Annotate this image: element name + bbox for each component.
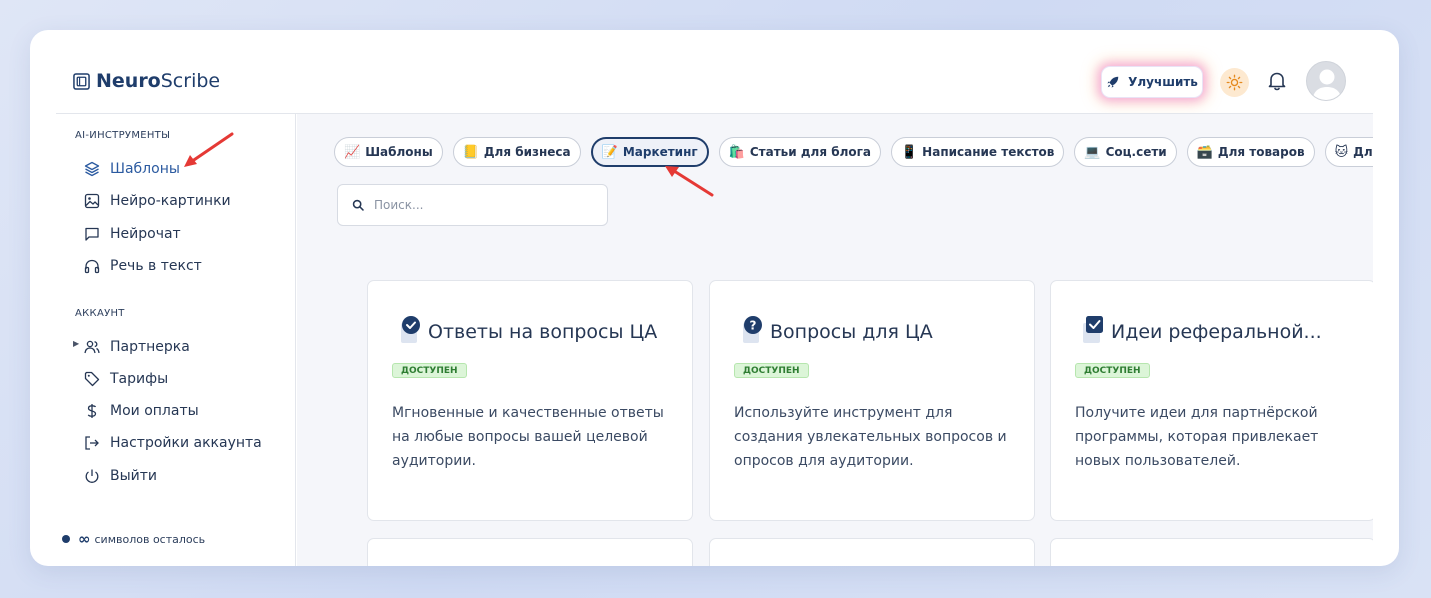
chip-label: Шаблоны <box>365 145 433 159</box>
app-logo[interactable]: NeuroScribe <box>73 70 220 92</box>
sidebar-item-label: Мои оплаты <box>110 403 199 419</box>
layers-icon <box>84 161 100 177</box>
template-card-partial[interactable] <box>367 538 693 566</box>
template-card[interactable]: ? Вопросы для ЦА ДОСТУПЕН Используйте ин… <box>709 280 1035 521</box>
chip-business[interactable]: 📒 Для бизнеса <box>452 137 581 167</box>
upgrade-label: Улучшить <box>1128 75 1198 89</box>
cat-emoji-icon: 🐱 <box>1334 144 1349 160</box>
card-description: Получите идеи для партнёрской программы,… <box>1075 405 1319 469</box>
dollar-icon <box>87 404 97 418</box>
sidebar-item-partners[interactable]: Партнерка <box>84 335 190 359</box>
logout-arrow-icon <box>85 436 99 450</box>
phone-emoji-icon: 📱 <box>900 144 918 160</box>
chat-icon <box>85 227 99 241</box>
chip-text-writing[interactable]: 📱 Написание текстов <box>890 137 1065 167</box>
search-input[interactable] <box>374 198 574 212</box>
chip-label: Для товаров <box>1217 145 1305 159</box>
card-title: Вопросы для ЦА <box>770 321 933 343</box>
logo-text-rest: Scribe <box>160 70 221 92</box>
card-title: Идеи реферальной... <box>1111 321 1322 343</box>
sidebar-item-label: Нейрочат <box>110 226 181 242</box>
checkbox-doc-icon <box>1083 316 1103 343</box>
sun-icon <box>1226 74 1243 91</box>
notebook-emoji-icon: 📒 <box>462 144 479 160</box>
sidebar-item-account-settings[interactable]: Настройки аккаунта <box>84 431 262 455</box>
memo-emoji-icon: 📝 <box>601 144 618 160</box>
sidebar-item-label: Тарифы <box>110 371 169 387</box>
section-label-tools: AI-ИНСТРУМЕНТЫ <box>75 130 171 141</box>
laptop-emoji-icon: 💻 <box>1084 144 1101 160</box>
avatar[interactable] <box>1306 61 1346 101</box>
chip-label: Для бизнеса <box>483 145 571 159</box>
check-circle-doc-icon <box>401 316 420 343</box>
chip-products[interactable]: 🗃️ Для товаров <box>1186 137 1315 167</box>
search-icon <box>352 199 364 211</box>
chip-website[interactable]: 🐱 Для сайта <box>1324 137 1373 167</box>
chip-label: Для сайта <box>1353 145 1373 159</box>
card-description: Мгновенные и качественные ответы на любы… <box>392 405 664 469</box>
bell-icon <box>1268 72 1286 91</box>
users-icon <box>84 340 100 354</box>
category-chips: 📈 Шаблоны 📒 Для бизнеса 📝 Маркетинг 🛍️ Стать… <box>334 137 1373 167</box>
expand-caret-icon[interactable]: ▶ <box>73 339 79 348</box>
chip-label: Соц.сети <box>1105 145 1167 159</box>
sidebar-item-my-payments[interactable]: Мои оплаты <box>84 399 199 423</box>
top-header: NeuroScribe Улучшить <box>30 30 1399 114</box>
chart-emoji-icon: 📈 <box>344 144 361 160</box>
credits-text: символов осталось <box>94 532 206 546</box>
upgrade-button[interactable]: Улучшить <box>1101 66 1203 98</box>
notifications-button[interactable] <box>1266 70 1288 92</box>
sidebar-item-label: Шаблоны <box>110 161 180 177</box>
sidebar-item-label: Партнерка <box>110 339 190 355</box>
sidebar: AI-ИНСТРУМЕНТЫ Шаблоны Нейро-картинки Не… <box>56 114 296 566</box>
template-card[interactable]: Ответы на вопросы ЦА ДОСТУПЕН Мгновенные… <box>367 280 693 521</box>
template-card-partial[interactable] <box>709 538 1035 566</box>
status-badge: ДОСТУПЕН <box>1075 363 1150 378</box>
template-card[interactable]: Идеи реферальной... ДОСТУПЕН Получите ид… <box>1050 280 1373 521</box>
chip-label: Статьи для блога <box>749 145 871 159</box>
logo-text-bold: Neuro <box>96 70 161 92</box>
sidebar-item-label: Речь в текст <box>110 258 202 274</box>
rocket-icon <box>1107 76 1119 88</box>
question-doc-icon: ? <box>743 316 762 343</box>
template-card-partial[interactable] <box>1050 538 1373 566</box>
theme-toggle-button[interactable] <box>1220 68 1249 97</box>
sidebar-item-templates[interactable]: Шаблоны <box>84 157 180 181</box>
sidebar-item-tariffs[interactable]: Тарифы <box>84 367 168 391</box>
svg-text:?: ? <box>750 319 757 333</box>
search-box[interactable] <box>337 184 608 226</box>
sidebar-item-label: Настройки аккаунта <box>110 435 262 451</box>
sidebar-item-speech-to-text[interactable]: Речь в текст <box>84 254 202 278</box>
infinity-symbol: ∞ <box>78 530 91 548</box>
user-silhouette-icon <box>1312 69 1342 100</box>
headphones-icon <box>84 259 100 274</box>
sidebar-item-label: Выйти <box>110 468 158 484</box>
card-box-emoji-icon: 🗃️ <box>1196 144 1213 160</box>
section-label-account: АККАУНТ <box>75 308 125 319</box>
logo-icon <box>73 72 90 90</box>
power-icon <box>85 469 99 483</box>
shopping-bags-emoji-icon: 🛍️ <box>728 144 745 160</box>
image-icon <box>84 193 100 209</box>
credits-remaining: ∞ символов осталось <box>62 530 205 548</box>
sidebar-item-neuro-images[interactable]: Нейро-картинки <box>84 189 231 213</box>
chip-templates[interactable]: 📈 Шаблоны <box>334 137 443 167</box>
status-badge: ДОСТУПЕН <box>734 363 809 378</box>
status-dot <box>62 535 70 543</box>
chip-social[interactable]: 💻 Соц.сети <box>1074 137 1177 167</box>
card-description: Используйте инструмент для создания увле… <box>734 405 1007 469</box>
chip-label: Написание текстов <box>922 145 1055 159</box>
chip-marketing[interactable]: 📝 Маркетинг <box>590 137 709 167</box>
chip-label: Маркетинг <box>622 145 698 159</box>
sidebar-item-neurochat[interactable]: Нейрочат <box>84 222 181 246</box>
chip-blog-articles[interactable]: 🛍️ Статьи для блога <box>718 137 881 167</box>
status-badge: ДОСТУПЕН <box>392 363 467 378</box>
main-content: 📈 Шаблоны 📒 Для бизнеса 📝 Маркетинг 🛍️ Стать… <box>297 114 1373 566</box>
app-window: NeuroScribe Улучшить AI-ИНСТРУМЕНТЫ Шабл… <box>30 30 1399 566</box>
sidebar-item-logout[interactable]: Выйти <box>84 464 157 488</box>
tag-icon <box>84 371 100 387</box>
sidebar-item-label: Нейро-картинки <box>110 193 231 209</box>
card-title: Ответы на вопросы ЦА <box>428 321 658 343</box>
